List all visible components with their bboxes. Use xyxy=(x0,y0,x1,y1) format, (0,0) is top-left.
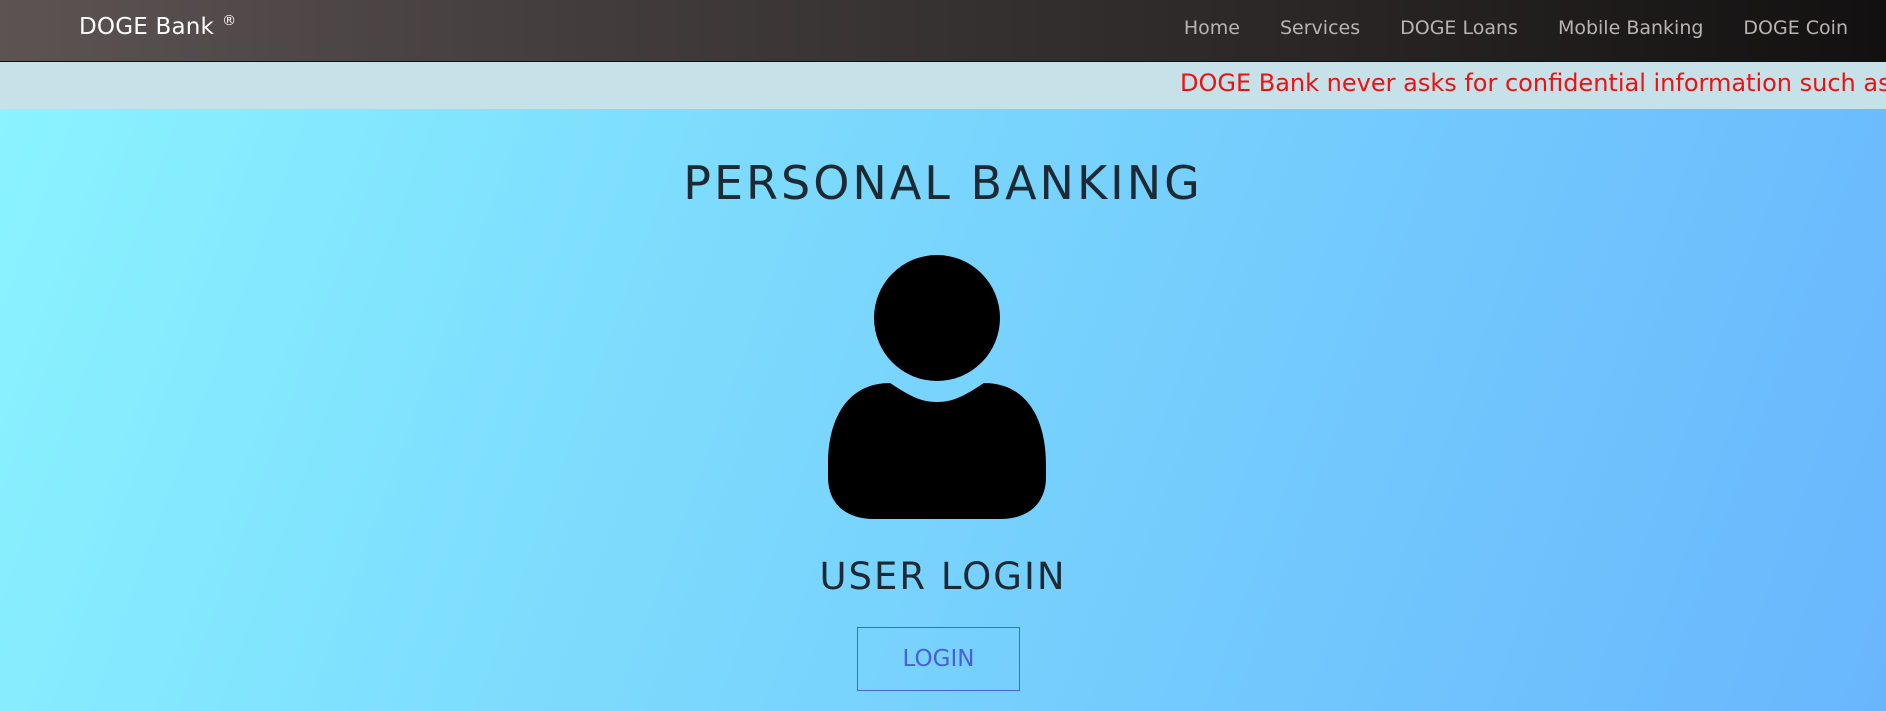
registered-mark: ® xyxy=(222,13,237,29)
nav-link-mobile-banking[interactable]: Mobile Banking xyxy=(1558,17,1703,39)
user-login-heading: USER LOGIN xyxy=(819,555,1067,598)
nav-link-doge-loans[interactable]: DOGE Loans xyxy=(1400,17,1518,39)
brand-logo[interactable]: DOGE Bank ® xyxy=(79,13,237,40)
ticker-text: DOGE Bank never asks for confidential in… xyxy=(1180,69,1886,97)
page-title: PERSONAL BANKING xyxy=(683,156,1203,210)
brand-name[interactable]: DOGE Bank xyxy=(79,14,214,40)
nav-link-doge-coin[interactable]: DOGE Coin xyxy=(1743,17,1848,39)
main-section: PERSONAL BANKING USER LOGIN LOGIN xyxy=(0,109,1886,711)
nav-link-home[interactable]: Home xyxy=(1184,17,1240,39)
nav-links: Home Services DOGE Loans Mobile Banking … xyxy=(1144,17,1848,39)
login-button[interactable]: LOGIN xyxy=(857,627,1020,691)
notice-ticker: DOGE Bank never asks for confidential in… xyxy=(0,62,1886,109)
nav-link-services[interactable]: Services xyxy=(1280,17,1360,39)
user-icon xyxy=(828,255,1046,519)
top-navbar: DOGE Bank ® Home Services DOGE Loans Mobi… xyxy=(0,0,1886,62)
